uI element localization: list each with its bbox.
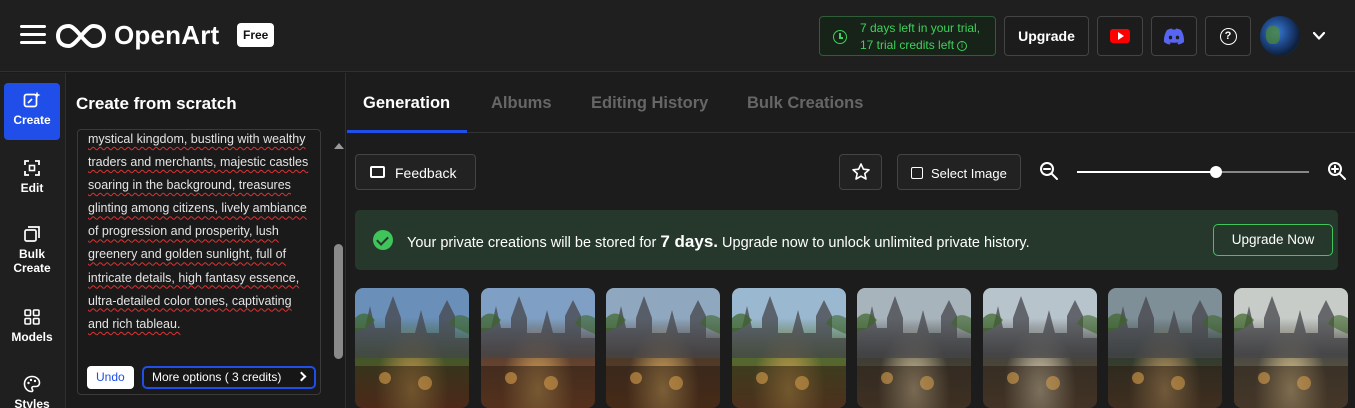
banner-text-start: Your private creations will be stored fo…: [407, 235, 661, 251]
discord-icon: [1163, 28, 1185, 44]
help-icon: ?: [1219, 27, 1237, 45]
zoom-slider-knob[interactable]: [1210, 166, 1223, 178]
storage-banner: Your private creations will be stored fo…: [355, 210, 1338, 270]
banner-days: 7 days.: [660, 232, 718, 251]
trial-days-text: 7 days left in your trial,: [860, 21, 981, 35]
thumbnail-scene: [857, 296, 971, 408]
generated-image-thumbnail[interactable]: [480, 288, 595, 408]
panel-title: Create from scratch: [76, 94, 237, 113]
prompt-text[interactable]: mystical kingdom, bustling with wealthy …: [88, 130, 314, 336]
discord-button[interactable]: [1151, 16, 1197, 56]
feedback-button[interactable]: Feedback: [355, 154, 476, 190]
palette-icon: [23, 375, 41, 393]
grid-icon: [24, 309, 40, 325]
info-icon[interactable]: i: [957, 40, 968, 51]
youtube-button[interactable]: [1097, 16, 1143, 56]
generated-image-thumbnail[interactable]: [731, 288, 846, 408]
tab-bar: Generation Albums Editing History Bulk C…: [347, 73, 1355, 133]
banner-text-end: Upgrade now to unlock unlimited private …: [718, 235, 1030, 251]
select-image-label: Select Image: [931, 166, 1007, 181]
rail-label-create: Create: [13, 113, 51, 127]
rail-item-create[interactable]: Create: [4, 83, 60, 140]
stack-icon: [24, 226, 40, 242]
tab-bulk-creations[interactable]: Bulk Creations: [747, 94, 863, 113]
rail-label-styles: Styles: [14, 397, 50, 408]
undo-button[interactable]: Undo: [87, 366, 134, 389]
generated-image-thumbnail[interactable]: [606, 288, 720, 408]
thumbnail-scene: [1233, 296, 1348, 408]
openart-logo-icon: [56, 24, 106, 48]
generated-image-thumbnail[interactable]: [355, 288, 469, 408]
sparkle-edit-icon: [23, 91, 41, 108]
thumbnail-scene: [480, 296, 595, 408]
star-icon: [852, 163, 870, 180]
feedback-label: Feedback: [395, 165, 457, 181]
message-icon: [370, 166, 385, 178]
trial-status[interactable]: 7 days left in your trial, 17 trial cred…: [819, 16, 996, 56]
avatar[interactable]: [1260, 16, 1300, 56]
chevron-right-icon: [296, 371, 307, 382]
create-panel: Create from scratch mystical kingdom, bu…: [67, 73, 346, 408]
zoom-slider-fill: [1077, 171, 1217, 173]
clock-icon: [833, 30, 847, 44]
thumbnail-scene: [731, 296, 846, 408]
tab-generation[interactable]: Generation: [363, 94, 450, 113]
thumbnail-scene: [982, 296, 1097, 408]
trial-credits-line: 17 trial credits left i: [860, 38, 968, 52]
panel-scrollbar[interactable]: [331, 139, 345, 408]
edit-frame-icon: [24, 160, 40, 176]
logo-text[interactable]: OpenArt: [114, 20, 219, 51]
select-image-button[interactable]: Select Image: [897, 154, 1021, 190]
active-tab-indicator: [347, 130, 467, 133]
thumbnail-scene: [355, 296, 469, 408]
rail-item-edit[interactable]: Edit: [4, 159, 60, 195]
zoom-out-icon[interactable]: [1039, 161, 1059, 181]
rail-label-models: Models: [11, 330, 53, 344]
generated-image-thumbnail[interactable]: [1108, 288, 1222, 408]
plan-badge: Free: [237, 23, 275, 47]
rail-item-styles[interactable]: Styles: [4, 375, 60, 408]
thumbnail-scene: [606, 296, 720, 408]
zoom-slider[interactable]: [1077, 166, 1309, 178]
scroll-up-icon[interactable]: [334, 143, 344, 149]
generated-image-thumbnail[interactable]: [1233, 288, 1348, 408]
trial-credits-text: 17 trial credits left: [860, 38, 955, 52]
select-icon: [911, 167, 923, 179]
tab-albums[interactable]: Albums: [491, 94, 552, 113]
more-options-label: More options ( 3 credits): [152, 370, 282, 384]
favorite-button[interactable]: [839, 154, 882, 190]
generated-image-thumbnail[interactable]: [857, 288, 971, 408]
prompt-input[interactable]: mystical kingdom, bustling with wealthy …: [77, 129, 321, 395]
thumbnail-grid: [355, 288, 1355, 408]
rail-label-edit: Edit: [20, 181, 44, 195]
top-bar: OpenArt Free 7 days left in your trial, …: [0, 0, 1355, 72]
check-circle-icon: [373, 230, 393, 250]
upgrade-now-button[interactable]: Upgrade Now: [1213, 224, 1333, 256]
thumbnail-scene: [1108, 296, 1222, 408]
rail-item-models[interactable]: Models: [4, 308, 60, 344]
banner-text: Your private creations will be stored fo…: [407, 232, 1030, 252]
main-area: Generation Albums Editing History Bulk C…: [347, 73, 1355, 408]
rail-item-bulk-create[interactable]: Bulk Create: [4, 225, 60, 275]
zoom-in-icon[interactable]: [1327, 161, 1347, 181]
help-button[interactable]: ?: [1205, 16, 1251, 56]
generated-image-thumbnail[interactable]: [982, 288, 1097, 408]
menu-icon[interactable]: [20, 25, 46, 45]
upgrade-button[interactable]: Upgrade: [1004, 16, 1089, 56]
scroll-thumb[interactable]: [334, 244, 343, 359]
chevron-down-icon[interactable]: [1313, 30, 1325, 42]
rail-label-bulk-create: Bulk Create: [13, 247, 51, 275]
more-options-button[interactable]: More options ( 3 credits): [142, 366, 316, 389]
left-rail: Create Edit Bulk Create Models Styles: [0, 73, 66, 408]
tab-editing-history[interactable]: Editing History: [591, 94, 708, 113]
youtube-icon: [1110, 29, 1130, 43]
